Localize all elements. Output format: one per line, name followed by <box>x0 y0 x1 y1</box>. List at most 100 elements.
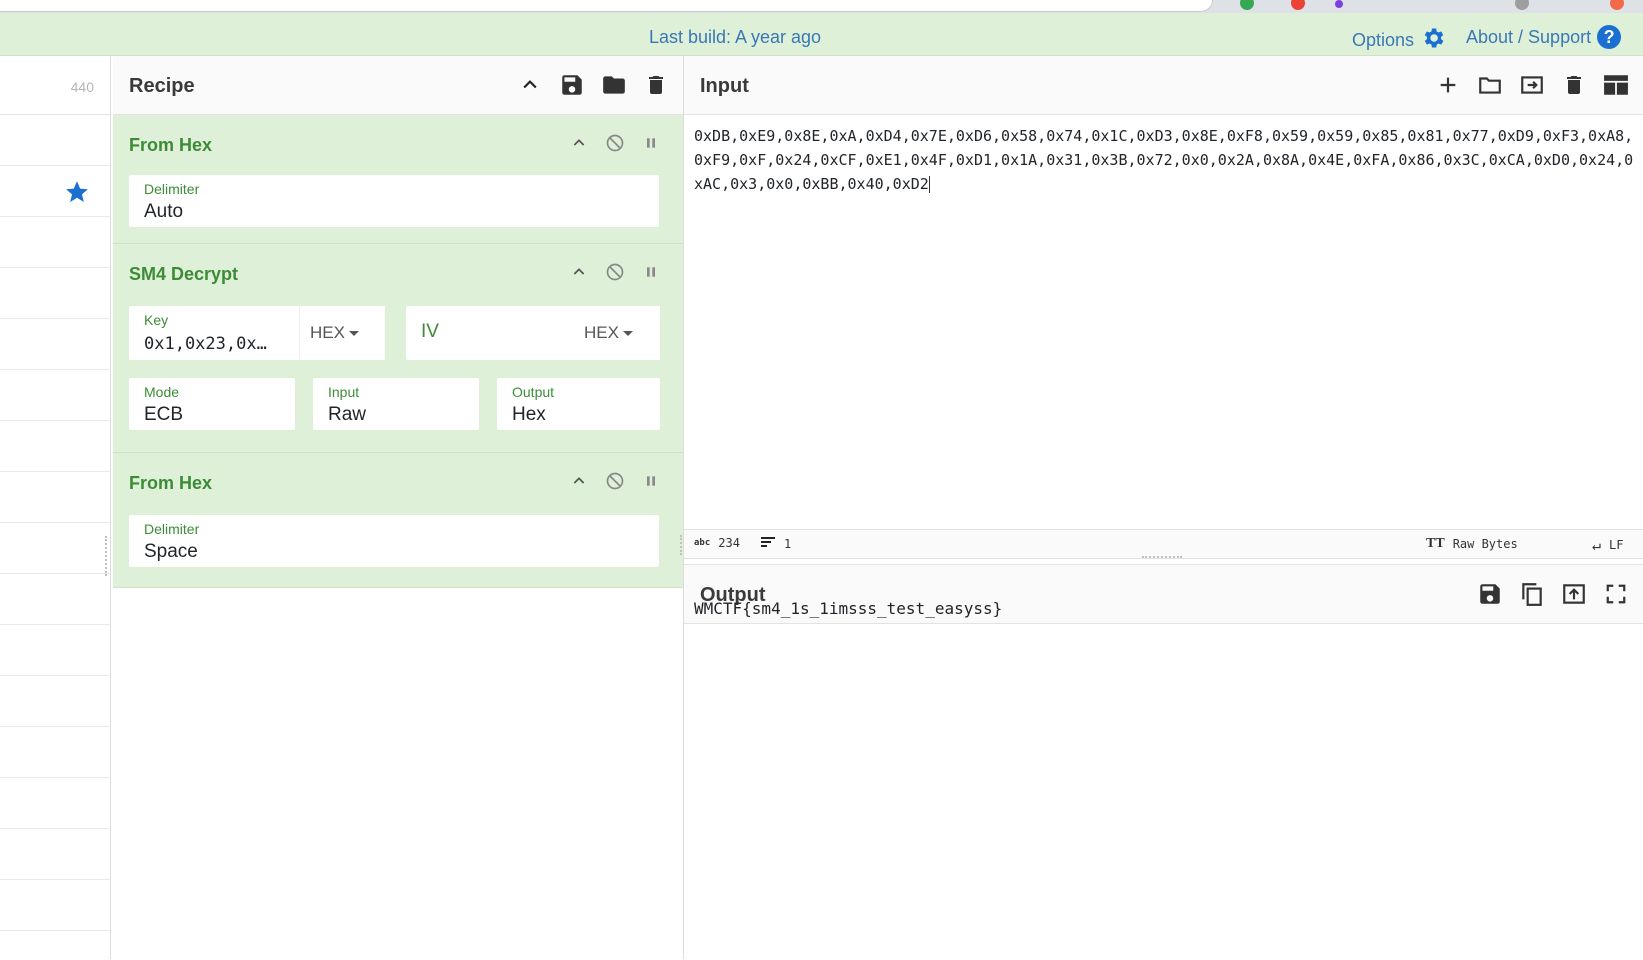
disable-operation-icon[interactable] <box>605 133 625 158</box>
column-resize-handle[interactable] <box>105 536 110 576</box>
favourites-row[interactable] <box>0 166 110 217</box>
clear-input-trash-icon[interactable] <box>1561 72 1587 98</box>
output-text-area[interactable]: WMCTF{sm4_1s_1imsss_test_easyss} <box>694 597 1635 621</box>
operation-category-row[interactable] <box>0 472 110 523</box>
collapse-all-icon[interactable] <box>517 72 543 98</box>
input-status-bar: abc 234 1 TT Raw Bytes ↵ LF <box>684 529 1643 559</box>
address-bar[interactable] <box>0 0 1213 12</box>
operation-title: From Hex <box>129 473 213 493</box>
input-header: Input <box>684 56 1643 115</box>
breakpoint-pause-icon[interactable] <box>643 473 659 494</box>
recipe-pane: Recipe From Hex Delimiter Auto SM4 Decry… <box>113 56 684 959</box>
minimise-chevron-icon[interactable] <box>571 264 587 285</box>
minimise-chevron-icon[interactable] <box>571 473 587 494</box>
help-icon: ? <box>1597 25 1622 49</box>
input-title: Input <box>700 75 749 97</box>
operation-category-row[interactable] <box>0 421 110 472</box>
add-tab-plus-icon[interactable] <box>1435 72 1461 98</box>
key-format-label: HEX <box>310 323 345 342</box>
about-support-link[interactable]: About / Support ? <box>1466 25 1622 49</box>
lines-icon <box>760 536 776 551</box>
operation-title: SM4 Decrypt <box>129 264 239 284</box>
operations-count: 440 <box>0 56 110 115</box>
profile-avatar[interactable] <box>1515 0 1529 10</box>
recipe-operation-from-hex[interactable]: From Hex Delimiter Space <box>113 453 683 588</box>
iv-field[interactable]: IV HEX <box>406 306 660 360</box>
key-format-dropdown[interactable]: HEX <box>299 306 385 360</box>
extension-icon[interactable] <box>1240 0 1254 10</box>
operations-pane: 440 <box>0 56 111 959</box>
extension-icon[interactable] <box>1291 0 1305 10</box>
delimiter-value: Auto <box>144 201 184 222</box>
clear-recipe-trash-icon[interactable] <box>643 72 669 98</box>
recipe-header: Recipe <box>113 56 683 115</box>
save-recipe-icon[interactable] <box>559 72 585 98</box>
encoding-selector[interactable]: TT Raw Bytes <box>1426 536 1518 552</box>
abc-length-icon: abc <box>694 538 711 548</box>
output-format-field[interactable]: Output Hex <box>497 378 660 430</box>
disable-operation-icon[interactable] <box>605 471 625 496</box>
recipe-operation-from-hex[interactable]: From Hex Delimiter Auto <box>113 115 683 244</box>
operation-title: From Hex <box>129 135 213 155</box>
iv-format-dropdown[interactable]: HEX <box>574 306 660 360</box>
recipe-operation-sm4-decrypt[interactable]: SM4 Decrypt Key 0x1,0x23,0x… HEX IV HEX … <box>113 244 683 453</box>
output-text: WMCTF{sm4_1s_1imsss_test_easyss} <box>694 599 1003 618</box>
caret-down-icon <box>622 330 633 336</box>
operation-category-row[interactable] <box>0 268 110 319</box>
recipe-title: Recipe <box>129 75 195 97</box>
delimiter-field[interactable]: Delimiter Auto <box>129 175 659 227</box>
reset-layout-icon[interactable] <box>1603 72 1629 98</box>
star-icon <box>64 179 90 210</box>
options-link[interactable]: Options <box>1352 25 1446 56</box>
text-format-icon: TT <box>1426 536 1445 551</box>
operations-search-row[interactable] <box>0 115 110 166</box>
operation-category-row[interactable] <box>0 676 110 727</box>
open-folder-icon[interactable] <box>1477 72 1503 98</box>
operation-category-row[interactable] <box>0 829 110 880</box>
eol-label: LF <box>1609 538 1624 552</box>
mode-field[interactable]: Mode ECB <box>129 378 295 430</box>
operation-category-row[interactable] <box>0 778 110 829</box>
breakpoint-pause-icon[interactable] <box>643 264 659 285</box>
operation-category-row[interactable] <box>0 319 110 370</box>
operation-category-row[interactable] <box>0 880 110 931</box>
caret-down-icon <box>348 330 359 336</box>
extension-icon[interactable] <box>1335 0 1343 8</box>
key-field[interactable]: Key 0x1,0x23,0x… HEX <box>129 306 385 360</box>
delimiter-field[interactable]: Delimiter Space <box>129 515 659 567</box>
input-format-field[interactable]: Input Raw <box>313 378 479 430</box>
gear-icon <box>1420 25 1446 56</box>
input-textarea[interactable]: 0xDB,0xE9,0x8E,0xA,0xD4,0x7E,0xD6,0x58,0… <box>694 124 1635 196</box>
build-banner: Last build: A year ago Options About / S… <box>0 13 1643 56</box>
options-label: Options <box>1352 30 1415 50</box>
load-recipe-folder-icon[interactable] <box>601 72 627 98</box>
operation-category-row[interactable] <box>0 217 110 268</box>
about-support-label: About / Support <box>1466 26 1592 47</box>
operation-category-row[interactable] <box>0 523 110 574</box>
delimiter-value: Space <box>144 541 198 562</box>
output-pane: Output WMCTF{sm4_1s_1imsss_test_easyss} <box>684 564 1643 960</box>
disable-operation-icon[interactable] <box>605 262 625 287</box>
mode-label: Mode <box>144 384 180 400</box>
operation-category-row[interactable] <box>0 574 110 625</box>
iv-format-label: HEX <box>584 323 619 342</box>
key-value: 0x1,0x23,0x… <box>144 334 267 354</box>
key-label: Key <box>144 312 169 328</box>
input-text: 0xDB,0xE9,0x8E,0xA,0xD4,0x7E,0xD6,0x58,0… <box>694 127 1634 193</box>
input-length: 234 <box>718 536 740 550</box>
io-resize-handle[interactable] <box>1142 556 1182 561</box>
operation-category-row[interactable] <box>0 370 110 421</box>
input-format-label: Input <box>328 384 360 400</box>
output-format-label: Output <box>512 384 555 400</box>
breakpoint-pause-icon[interactable] <box>643 135 659 156</box>
open-file-input-icon[interactable] <box>1519 72 1545 98</box>
operation-category-row[interactable] <box>0 727 110 778</box>
operation-category-row[interactable] <box>0 625 110 676</box>
output-format-value: Hex <box>512 404 546 425</box>
text-cursor <box>928 176 930 193</box>
minimise-chevron-icon[interactable] <box>571 135 587 156</box>
eol-selector[interactable]: ↵ LF <box>1592 536 1623 554</box>
encoding-label: Raw Bytes <box>1452 537 1518 551</box>
extension-icon[interactable] <box>1610 0 1624 10</box>
delimiter-label: Delimiter <box>144 521 200 537</box>
